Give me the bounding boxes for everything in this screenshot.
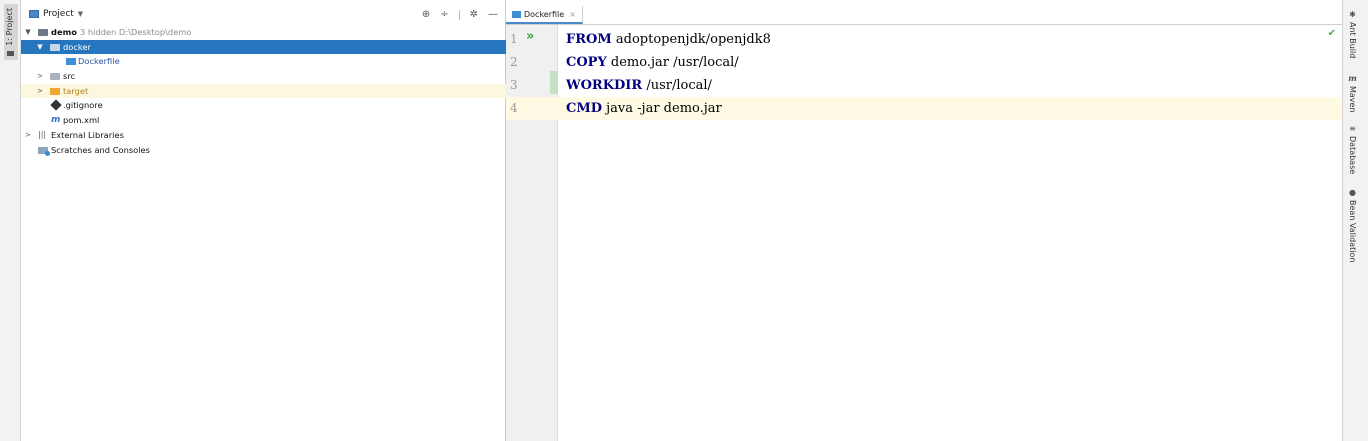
docker-file-icon — [512, 10, 521, 18]
code-area[interactable]: FROM adoptopenjdk/openjdk8 COPY demo.jar… — [558, 25, 1342, 441]
editor: Dockerfile × 1 2 3 4 » FROM adoptopenjdk… — [506, 0, 1342, 441]
maven-icon: m — [51, 115, 61, 126]
code-keyword: COPY — [566, 55, 607, 70]
tree-item-dockerfile[interactable]: Dockerfile — [21, 54, 506, 69]
tree-item-gitignore[interactable]: .gitignore — [21, 98, 506, 113]
tree-item-label: External Libraries — [51, 129, 124, 140]
chevron-down-icon[interactable]: ▼ — [24, 25, 32, 40]
ant-build-tab[interactable]: ✱ Ant Build — [1348, 10, 1357, 58]
maven-icon: m — [1348, 74, 1357, 83]
tree-item-label: target — [63, 85, 89, 96]
chevron-right-icon[interactable]: > — [24, 128, 32, 143]
tree-item-external-libraries[interactable]: > ||| External Libraries — [21, 128, 506, 143]
project-tool-tab-label: 1: Project — [5, 8, 14, 46]
left-tool-strip: 1: Project — [0, 0, 21, 441]
tree-item-label: src — [63, 71, 76, 82]
bean-validation-tab[interactable]: ● Bean Validation — [1348, 188, 1357, 262]
close-icon[interactable]: × — [569, 10, 576, 19]
tree-item-label: demo — [51, 27, 77, 37]
collapse-all-icon[interactable]: ÷ — [440, 9, 448, 20]
maven-label: Maven — [1348, 86, 1357, 113]
code-line[interactable]: FROM adoptopenjdk/openjdk8 — [558, 28, 1342, 51]
code-text: demo.jar /usr/local/ — [606, 55, 739, 70]
code-keyword: CMD — [566, 101, 603, 116]
chevron-right-icon[interactable]: > — [36, 69, 44, 84]
project-tool-tab[interactable]: 1: Project — [4, 4, 18, 60]
hide-panel-icon[interactable]: — — [488, 9, 498, 20]
gear-icon[interactable]: ✲ — [470, 9, 478, 20]
folder-icon — [50, 43, 60, 51]
right-tool-strip: ✱ Ant Build m Maven ≡ Database ● Bean Va… — [1342, 0, 1368, 441]
tree-item-label: pom.xml — [63, 115, 100, 126]
bean-validation-label: Bean Validation — [1348, 200, 1357, 263]
tree-item-label: Scratches and Consoles — [51, 144, 150, 155]
tree-item-scratches[interactable]: Scratches and Consoles — [21, 143, 506, 158]
tree-item-docker[interactable]: ▼ docker — [21, 39, 506, 55]
chevron-down-icon: ▼ — [77, 10, 84, 18]
project-panel-actions: ⊕ ÷ ✲ — — [422, 9, 498, 20]
code-text: /usr/local/ — [642, 78, 712, 93]
tree-item-target[interactable]: > target — [21, 83, 506, 99]
tab-dockerfile[interactable]: Dockerfile × — [506, 6, 583, 24]
project-view-icon — [29, 10, 39, 18]
tree-item-hint: 3 hidden D:\Desktop\demo — [79, 27, 192, 37]
code-text: java -jar demo.jar — [602, 101, 722, 116]
project-tree: ▼ demo 3 hidden D:\Desktop\demo ▼ docker … — [21, 25, 506, 157]
module-folder-icon — [38, 29, 48, 36]
code-line-current[interactable]: CMD java -jar demo.jar — [558, 97, 1342, 120]
project-panel-title: Project — [43, 9, 74, 19]
tree-item-pom[interactable]: m pom.xml — [21, 113, 506, 128]
tree-item-label: .gitignore — [63, 100, 103, 111]
toolbar-separator — [458, 9, 460, 20]
line-number: 3 — [510, 78, 518, 92]
chevron-right-icon[interactable]: > — [36, 84, 44, 99]
database-label: Database — [1348, 136, 1357, 175]
tree-item-label: Dockerfile — [78, 56, 120, 67]
line-number: 4 — [506, 97, 558, 120]
ant-build-label: Ant Build — [1348, 22, 1357, 59]
tab-label: Dockerfile — [524, 9, 565, 19]
tree-item-demo[interactable]: ▼ demo 3 hidden D:\Desktop\demo — [21, 25, 506, 40]
project-panel: Project ▼ ⊕ ÷ ✲ — ▼ demo 3 hidden D:\Desk… — [21, 0, 506, 441]
run-gutter-icon[interactable]: » — [526, 29, 534, 44]
code-line[interactable]: WORKDIR /usr/local/ — [558, 74, 1342, 97]
code-keyword: FROM — [566, 32, 612, 47]
git-icon — [50, 99, 62, 112]
code-text: adoptopenjdk/openjdk8 — [611, 32, 771, 47]
library-icon: ||| — [38, 129, 47, 139]
vcs-change-marker[interactable] — [550, 71, 558, 94]
inspection-ok-icon[interactable]: ✔ — [1328, 28, 1336, 39]
ant-icon: ✱ — [1349, 10, 1356, 19]
folder-icon — [50, 73, 60, 81]
tree-item-src[interactable]: > src — [21, 69, 506, 84]
scratches-icon — [38, 146, 50, 156]
maven-tab[interactable]: m Maven — [1348, 74, 1357, 113]
bean-validation-icon: ● — [1349, 188, 1356, 197]
chevron-down-icon[interactable]: ▼ — [36, 40, 44, 55]
excluded-folder-icon — [50, 87, 60, 95]
docker-file-icon — [66, 58, 76, 66]
locate-target-icon[interactable]: ⊕ — [422, 9, 430, 20]
project-panel-header: Project ▼ ⊕ ÷ ✲ — — [21, 6, 506, 26]
code-line[interactable]: COPY demo.jar /usr/local/ — [558, 51, 1342, 74]
database-tab[interactable]: ≡ Database — [1348, 124, 1357, 174]
folder-icon — [7, 51, 14, 56]
database-icon: ≡ — [1349, 124, 1356, 133]
code-keyword: WORKDIR — [566, 78, 643, 93]
line-number: 2 — [510, 55, 518, 69]
editor-tabs-bar: Dockerfile × — [506, 6, 1342, 25]
project-view-selector[interactable]: Project ▼ — [29, 9, 83, 19]
tree-item-label: docker — [63, 41, 91, 52]
